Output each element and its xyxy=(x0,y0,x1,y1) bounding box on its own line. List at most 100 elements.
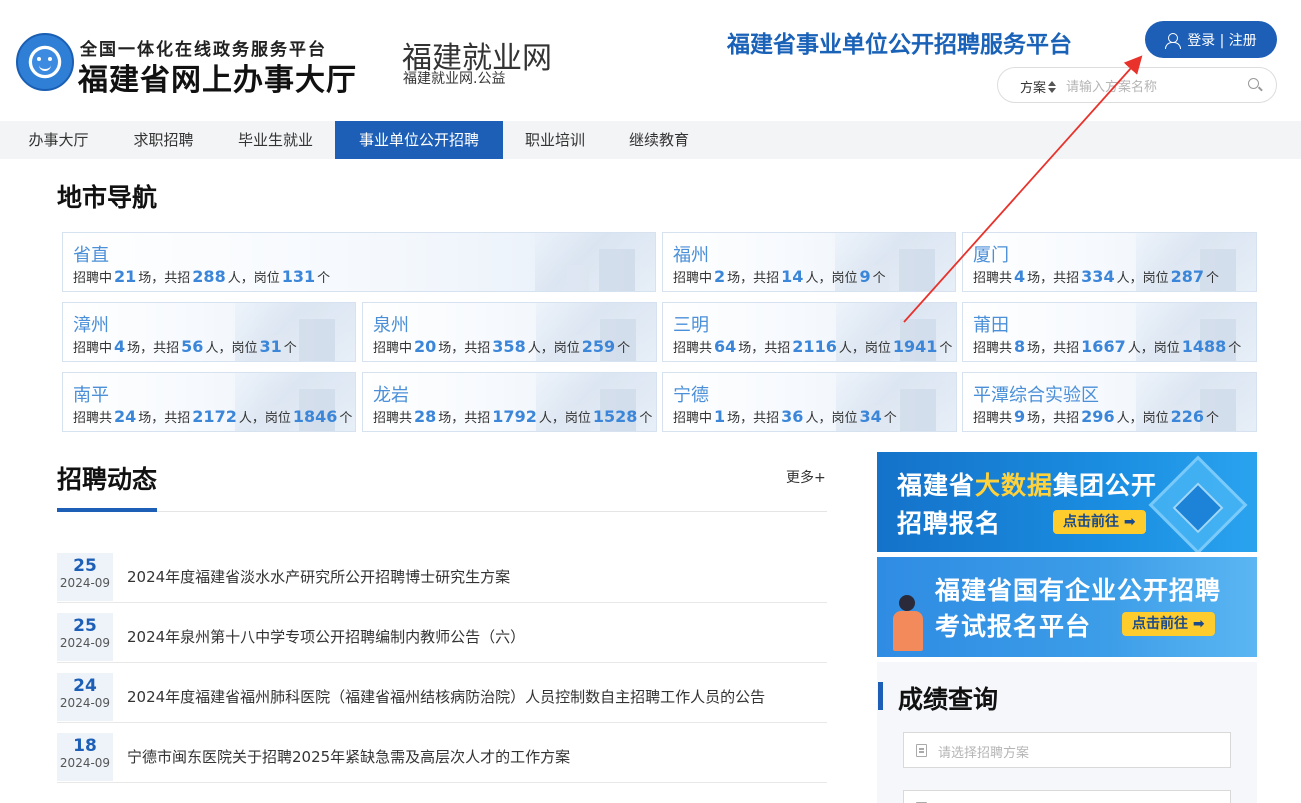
people-count: 1792 xyxy=(492,407,537,426)
news-item-title[interactable]: 2024年度福建省淡水水产研究所公开招聘博士研究生方案 xyxy=(127,566,510,587)
sessions-count: 8 xyxy=(1014,337,1026,356)
nav-item-continuing-education[interactable]: 继续教育 xyxy=(611,121,707,159)
news-more-link[interactable]: 更多+ xyxy=(786,467,826,487)
news-item[interactable]: 25 2024-09 2024年泉州第十八中学专项公开招聘编制内教师公告（六） xyxy=(57,603,827,663)
news-item[interactable]: 24 2024-09 2024年度福建省福州肺科医院（福建省福州结核病防治院）人员控… xyxy=(57,663,827,723)
banner2-go-button[interactable]: 点击前往 ➡ xyxy=(1122,612,1215,636)
news-day: 18 xyxy=(73,736,97,756)
sessions-count: 20 xyxy=(414,337,437,356)
people-count: 358 xyxy=(492,337,526,356)
city-stats: 招聘共 64 场，共招 2116 人，岗位 1941 个 xyxy=(673,337,953,356)
city-stats: 招聘共 9 场，共招 296 人，岗位 226 个 xyxy=(973,407,1220,426)
posts-count: 226 xyxy=(1170,407,1204,426)
city-card[interactable]: 南平 招聘共 24 场，共招 2172 人，岗位 1846 个 xyxy=(62,372,356,432)
news-year-month: 2024-09 xyxy=(59,636,111,650)
city-card[interactable]: 厦门 招聘共 4 场，共招 334 人，岗位 287 个 xyxy=(962,232,1257,292)
sessions-count: 64 xyxy=(714,337,737,356)
news-date: 24 2024-09 xyxy=(57,673,113,721)
news-item-title[interactable]: 2024年泉州第十八中学专项公开招聘编制内教师公告（六） xyxy=(127,626,525,647)
posts-count: 1488 xyxy=(1181,337,1227,356)
news-item-title[interactable]: 2024年度福建省福州肺科医院（福建省福州结核病防治院）人员控制数自主招聘工作人… xyxy=(127,686,765,707)
city-name: 漳州 xyxy=(73,315,109,336)
city-card[interactable]: 省直 招聘中 21 场，共招 288 人，岗位 131 个 xyxy=(62,232,656,292)
score-query-title: 成绩查询 xyxy=(898,685,999,714)
banner1-go-button[interactable]: 点击前往 ➡ xyxy=(1053,510,1146,534)
people-count: 288 xyxy=(192,267,226,286)
city-name: 南平 xyxy=(73,385,109,406)
city-card[interactable]: 宁德 招聘中 1 场，共招 36 人，岗位 34 个 xyxy=(662,372,957,432)
sessions-count: 21 xyxy=(114,267,137,286)
state-enterprise-banner[interactable]: 福建省国有企业公开招聘 考试报名平台 点击前往 ➡ xyxy=(877,557,1257,657)
city-name: 三明 xyxy=(673,315,709,336)
nav-item-public-institution-recruitment[interactable]: 事业单位公开招聘 xyxy=(335,121,503,159)
user-icon xyxy=(1165,32,1182,49)
city-card[interactable]: 龙岩 招聘共 28 场，共招 1792 人，岗位 1528 个 xyxy=(362,372,657,432)
people-count: 334 xyxy=(1081,267,1115,286)
search-input[interactable] xyxy=(1066,75,1236,97)
posts-count: 34 xyxy=(859,407,882,426)
sessions-count: 4 xyxy=(114,337,126,356)
posts-count: 131 xyxy=(281,267,316,286)
city-stats: 招聘中 2 场，共招 14 人，岗位 9 个 xyxy=(673,267,886,286)
city-name: 福州 xyxy=(673,245,709,266)
news-item-title[interactable]: 宁德市闽东医院关于招聘2025年紧缺急需及高层次人才的工作方案 xyxy=(127,746,570,767)
login-register-button[interactable]: 登录 | 注册 xyxy=(1145,21,1277,58)
city-card[interactable]: 泉州 招聘中 20 场，共招 358 人，岗位 259 个 xyxy=(362,302,657,362)
logo-title[interactable]: 福建省网上办事大厅 xyxy=(78,55,357,99)
city-card[interactable]: 福州 招聘中 2 场，共招 14 人，岗位 9 个 xyxy=(662,232,956,292)
nav-item-vocational-training[interactable]: 职业培训 xyxy=(507,121,603,159)
recruitment-plan-select[interactable]: 请选择招聘方案 xyxy=(903,732,1231,768)
nav-item-job-recruitment[interactable]: 求职招聘 xyxy=(117,121,210,159)
nav-item-service-hall[interactable]: 办事大厅 xyxy=(0,121,117,159)
score-second-field[interactable] xyxy=(903,790,1231,803)
sessions-count: 2 xyxy=(714,267,726,286)
city-stats: 招聘共 24 场，共招 2172 人，岗位 1846 个 xyxy=(73,407,353,426)
city-stats: 招聘中 1 场，共招 36 人，岗位 34 个 xyxy=(673,407,897,426)
sessions-count: 1 xyxy=(714,407,726,426)
news-title: 招聘动态 xyxy=(57,465,158,494)
banner2-line1: 福建省国有企业公开招聘 xyxy=(935,576,1222,605)
city-stats: 招聘共 28 场，共招 1792 人，岗位 1528 个 xyxy=(373,407,653,426)
document-icon xyxy=(916,744,927,757)
search-icon[interactable] xyxy=(1248,78,1262,92)
city-card[interactable]: 莆田 招聘共 8 场，共招 1667 人，岗位 1488 个 xyxy=(962,302,1257,362)
posts-count: 1846 xyxy=(292,407,338,426)
city-nav-title: 地市导航 xyxy=(57,183,158,212)
nav-item-graduate-employment[interactable]: 毕业生就业 xyxy=(218,121,333,159)
hall-logo-icon[interactable] xyxy=(16,33,74,91)
news-item[interactable]: 18 2024-09 宁德市闽东医院关于招聘2025年紧缺急需及高层次人才的工作方案 xyxy=(57,723,827,783)
city-name: 莆田 xyxy=(973,315,1009,336)
city-card[interactable]: 平潭综合实验区 招聘共 9 场，共招 296 人，岗位 226 个 xyxy=(962,372,1257,432)
people-count: 2116 xyxy=(792,337,837,356)
search-type-select[interactable]: 方案 xyxy=(1020,77,1057,96)
city-card[interactable]: 三明 招聘共 64 场，共招 2116 人，岗位 1941 个 xyxy=(662,302,957,362)
news-year-month: 2024-09 xyxy=(59,576,111,590)
posts-count: 259 xyxy=(581,337,616,356)
city-name: 龙岩 xyxy=(373,385,409,406)
news-day: 25 xyxy=(73,616,97,636)
news-item[interactable]: 25 2024-09 2024年度福建省淡水水产研究所公开招聘博士研究生方案 xyxy=(57,543,827,603)
bigdata-group-banner[interactable]: 福建省大数据集团公开 招聘报名 点击前往 ➡ xyxy=(877,452,1257,552)
city-stats: 招聘中 4 场，共招 56 人，岗位 31 个 xyxy=(73,337,297,356)
sessions-count: 28 xyxy=(414,407,437,426)
city-stats: 招聘中 21 场，共招 288 人，岗位 131 个 xyxy=(73,267,331,286)
chip-icon xyxy=(1148,455,1248,552)
people-count: 2172 xyxy=(192,407,237,426)
city-name: 平潭综合实验区 xyxy=(973,385,1099,406)
news-date: 25 2024-09 xyxy=(57,613,113,661)
people-count: 56 xyxy=(181,337,204,356)
news-date: 18 2024-09 xyxy=(57,733,113,781)
sort-icon xyxy=(1048,80,1057,93)
news-title-underline xyxy=(57,508,157,512)
news-date: 25 2024-09 xyxy=(57,553,113,601)
posts-count: 9 xyxy=(859,267,871,286)
news-year-month: 2024-09 xyxy=(59,756,111,770)
city-name: 厦门 xyxy=(973,245,1009,266)
city-stats: 招聘中 20 场，共招 358 人，岗位 259 个 xyxy=(373,337,631,356)
sessions-count: 24 xyxy=(114,407,137,426)
news-year-month: 2024-09 xyxy=(59,696,111,710)
news-day: 25 xyxy=(73,556,97,576)
site-domain: 福建就业网.公益 xyxy=(403,71,506,87)
person-laptop-icon xyxy=(889,595,929,653)
city-card[interactable]: 漳州 招聘中 4 场，共招 56 人，岗位 31 个 xyxy=(62,302,356,362)
